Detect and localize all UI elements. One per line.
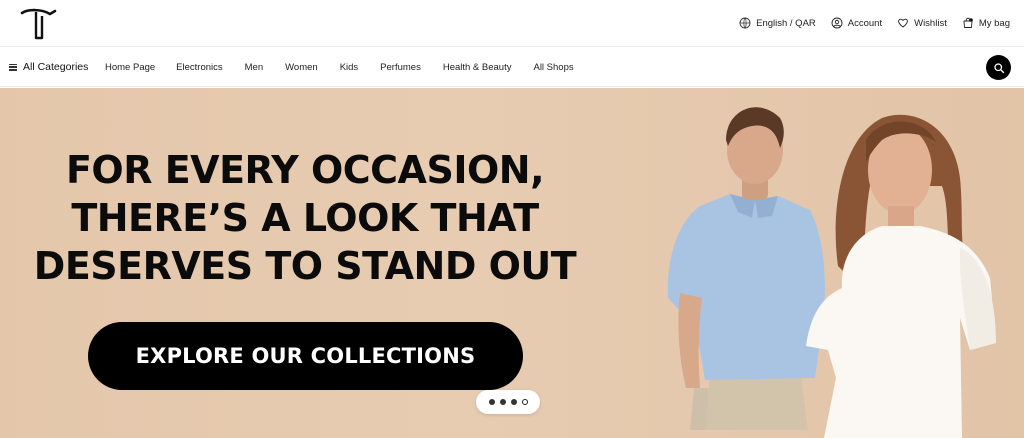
all-categories-label: All Categories xyxy=(23,61,89,73)
nav-item-women[interactable]: Women xyxy=(285,62,318,73)
carousel-pagination xyxy=(476,390,540,414)
bag-label: My bag xyxy=(978,17,1010,29)
category-navbar: All Categories Home Page Electronics Men… xyxy=(0,47,1024,87)
menu-icon xyxy=(9,63,17,71)
search-icon xyxy=(993,62,1004,73)
user-icon xyxy=(831,17,843,29)
header-links: English / QAR Account Wishlist My bag xyxy=(739,0,1010,46)
nav-item-electronics[interactable]: Electronics xyxy=(176,62,222,73)
all-categories-button[interactable]: All Categories xyxy=(9,47,88,87)
language-currency-selector[interactable]: English / QAR xyxy=(739,17,816,29)
headline-line: FOR EVERY OCCASION, xyxy=(65,148,545,192)
language-label: English / QAR xyxy=(756,17,816,29)
wishlist-label: Wishlist xyxy=(914,17,947,29)
hero-banner: FOR EVERY OCCASION, THERE’S A LOOK THAT … xyxy=(0,88,1024,438)
heart-icon xyxy=(898,18,909,28)
account-label: Account xyxy=(847,17,883,29)
account-link[interactable]: Account xyxy=(831,17,882,29)
nav-item-home-page[interactable]: Home Page xyxy=(105,62,155,73)
nav-menu: Home Page Electronics Men Women Kids Per… xyxy=(105,47,574,87)
globe-icon xyxy=(739,17,751,29)
headline-line: THERE’S A LOOK THAT xyxy=(71,196,539,240)
nav-item-perfumes[interactable]: Perfumes xyxy=(380,62,421,73)
search-button[interactable] xyxy=(986,55,1011,80)
nav-item-men[interactable]: Men xyxy=(245,62,263,73)
nav-item-all-shops[interactable]: All Shops xyxy=(533,62,573,73)
carousel-dot[interactable] xyxy=(510,399,517,405)
carousel-dot-active[interactable] xyxy=(521,399,528,405)
bag-link[interactable]: My bag xyxy=(962,17,1010,29)
carousel-dot[interactable] xyxy=(488,399,495,405)
nav-item-kids[interactable]: Kids xyxy=(340,62,358,73)
carousel-dot[interactable] xyxy=(499,399,506,405)
hero-headline: FOR EVERY OCCASION, THERE’S A LOOK THAT … xyxy=(0,146,610,290)
nav-item-health-beauty[interactable]: Health & Beauty xyxy=(443,62,512,73)
headline-line: DESERVES TO STAND OUT xyxy=(33,244,577,288)
hero-models-image xyxy=(667,107,996,438)
explore-collections-button[interactable]: EXPLORE OUR COLLECTIONS xyxy=(88,322,523,390)
top-header: English / QAR Account Wishlist My bag xyxy=(0,0,1024,47)
brand-logo[interactable] xyxy=(20,6,58,40)
wishlist-link[interactable]: Wishlist xyxy=(897,17,947,29)
bag-icon xyxy=(963,17,973,28)
